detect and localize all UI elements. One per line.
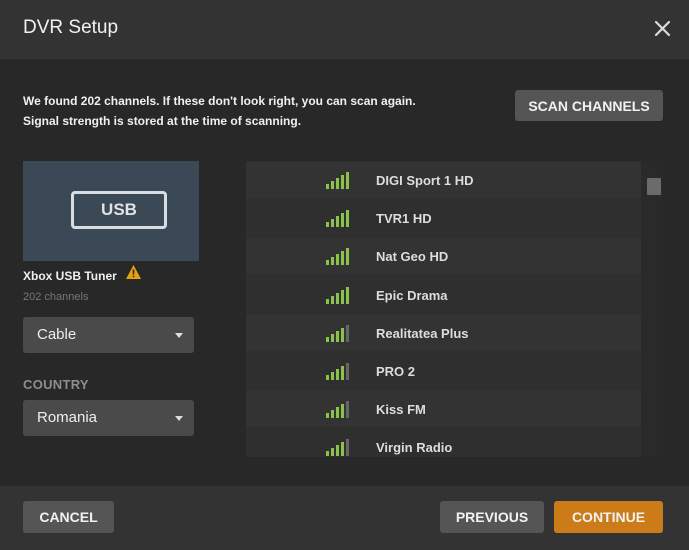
channel-name: Realitatea Plus <box>376 325 469 341</box>
dialog-title: DVR Setup <box>23 17 119 38</box>
source-type-select[interactable]: Cable <box>23 317 194 353</box>
chevron-down-icon <box>175 416 183 421</box>
channel-list[interactable]: DIGI Sport 1 HD TVR1 HD Nat Geo HD Epic Dra… <box>246 161 663 457</box>
channel-name: TVR1 HD <box>376 211 432 227</box>
signal-strength-icon <box>326 248 350 266</box>
country-value: Romania <box>37 409 98 426</box>
scrollbar-thumb[interactable] <box>647 178 661 195</box>
source-type-value: Cable <box>37 326 77 343</box>
cancel-button[interactable]: CANCEL <box>23 501 114 533</box>
scrollbar-track[interactable] <box>641 161 663 457</box>
signal-strength-icon <box>326 401 350 419</box>
channel-name: PRO 2 <box>376 364 416 379</box>
channel-row[interactable]: DIGI Sport 1 HD <box>246 162 641 198</box>
usb-icon: USB <box>71 191 167 229</box>
continue-button[interactable]: CONTINUE <box>554 501 663 533</box>
previous-button[interactable]: PREVIOUS <box>440 501 544 533</box>
channel-name: Virgin Radio <box>376 440 453 456</box>
signal-strength-icon <box>326 363 350 380</box>
signal-strength-icon <box>326 324 350 342</box>
signal-strength-icon <box>326 286 350 304</box>
channel-name: Kiss FM <box>376 402 426 418</box>
signal-strength-icon <box>326 439 350 457</box>
tuner-name: Xbox USB Tuner <box>23 269 117 283</box>
scan-result-message: We found 202 channels. If these don't lo… <box>23 91 416 131</box>
country-select[interactable]: Romania <box>23 400 194 436</box>
channel-row[interactable]: TVR1 HD <box>246 200 641 236</box>
dvr-setup-dialog: DVR Setup We found 202 channels. If thes… <box>0 0 689 550</box>
channel-name: Epic Drama <box>376 287 448 303</box>
signal-strength-icon <box>326 172 350 189</box>
channel-row[interactable]: Epic Drama <box>246 277 641 313</box>
channel-name: Nat Geo HD <box>376 249 449 265</box>
message-line-2: Signal strength is stored at the time of… <box>23 114 302 128</box>
channel-row[interactable]: Realitatea Plus <box>246 314 641 351</box>
chevron-down-icon <box>175 333 183 338</box>
scan-channels-button[interactable]: SCAN CHANNELS <box>515 90 663 121</box>
tuner-card: USB <box>23 161 199 261</box>
channel-row[interactable]: Kiss FM <box>246 391 641 428</box>
tuner-channel-count: 202 channels <box>23 291 89 303</box>
warning-icon[interactable] <box>125 264 142 280</box>
channel-name: DIGI Sport 1 HD <box>376 173 474 188</box>
channel-row[interactable]: PRO 2 <box>246 353 641 389</box>
dialog-header: DVR Setup <box>0 0 689 59</box>
channel-row[interactable]: Virgin Radio <box>246 429 641 457</box>
message-line-1: We found 202 channels. If these don't lo… <box>23 94 416 108</box>
country-label: COUNTRY <box>23 377 89 392</box>
close-icon[interactable] <box>650 16 676 42</box>
signal-strength-icon <box>326 210 350 228</box>
channel-row[interactable]: Nat Geo HD <box>246 238 641 275</box>
